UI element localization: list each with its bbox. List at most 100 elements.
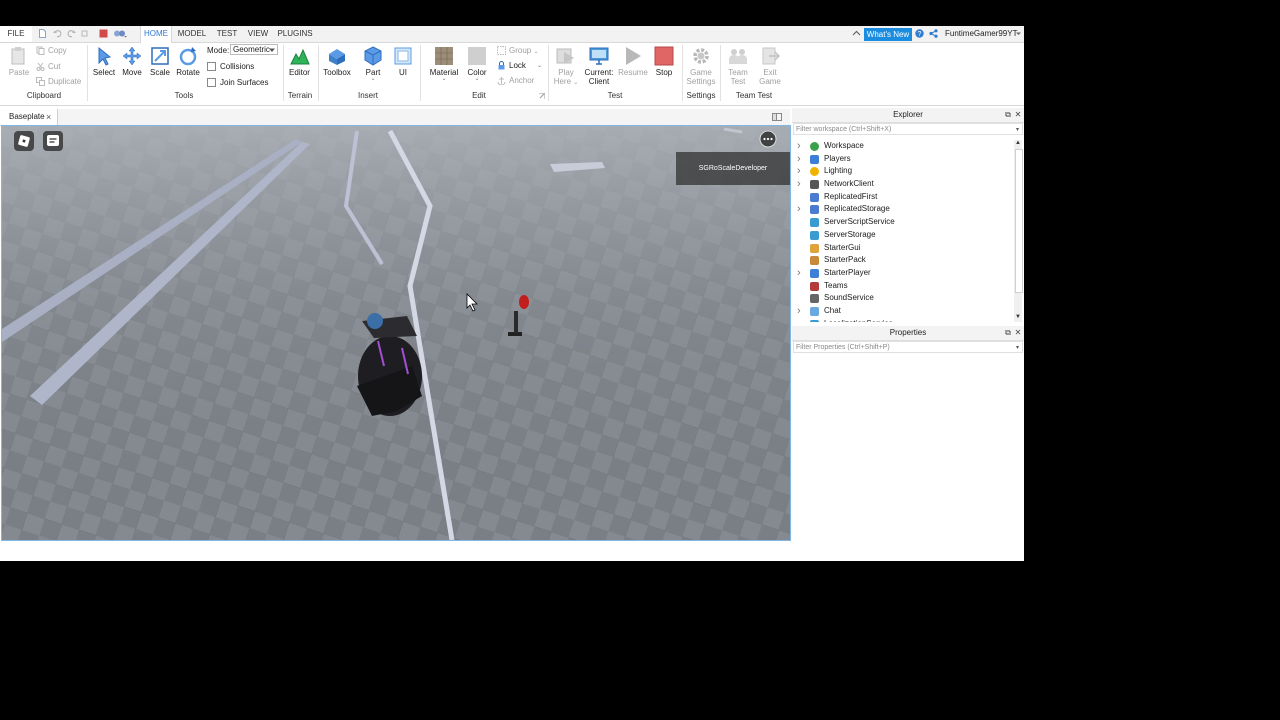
properties-filter-input[interactable]: Filter Properties (Ctrl+Shift+P) ▾	[793, 341, 1023, 353]
tree-item[interactable]: SoundService	[793, 292, 1014, 305]
part-dropdown-icon[interactable]: ⌄	[360, 76, 386, 82]
tree-item[interactable]: › Chat	[793, 305, 1014, 318]
play-dropdown-icon[interactable]: ⌄	[573, 80, 578, 86]
tree-item[interactable]: Teams	[793, 280, 1014, 293]
tree-item[interactable]: › Workspace	[793, 140, 1014, 153]
join-surfaces-toggle[interactable]: Join Surfaces	[207, 78, 268, 88]
restore-window-icon[interactable]	[772, 112, 782, 122]
paste-button[interactable]: Paste	[6, 46, 32, 77]
tree-item[interactable]: ServerScriptService	[793, 216, 1014, 229]
resume-button[interactable]: Resume	[618, 46, 648, 77]
tree-item[interactable]: › Lighting	[793, 165, 1014, 178]
rotate-button[interactable]: Rotate	[176, 46, 200, 77]
toolbox-button[interactable]: Toolbox	[322, 46, 352, 77]
ui-button[interactable]: UI	[391, 46, 415, 77]
redo-dropdown-icon[interactable]	[81, 29, 90, 38]
file-menu[interactable]: FILE	[0, 26, 32, 42]
collisions-toggle[interactable]: Collisions	[207, 62, 254, 72]
tab-view[interactable]: VIEW	[245, 26, 271, 42]
tree-item[interactable]: › ReplicatedStorage	[793, 203, 1014, 216]
help-icon[interactable]: ?	[915, 29, 924, 38]
quick-access-more-icon[interactable]	[113, 29, 127, 38]
tree-item[interactable]: StarterGui	[793, 242, 1014, 255]
copy-label: Copy	[48, 46, 67, 55]
stop-button[interactable]: Stop	[652, 46, 676, 77]
mode-value: Geometric	[233, 45, 270, 54]
team-test-button[interactable]: Team Test	[724, 46, 752, 86]
material-button[interactable]: Material ⌄	[428, 46, 460, 82]
chevron-down-icon[interactable]: ▾	[1016, 124, 1019, 136]
share-icon[interactable]	[929, 29, 938, 38]
select-button[interactable]: Select	[92, 46, 116, 77]
explorer-filter-input[interactable]: Filter workspace (Ctrl+Shift+X) ▾	[793, 123, 1023, 135]
account-name[interactable]: FuntimeGamer99YT	[945, 26, 1017, 42]
expand-arrow-icon[interactable]: ›	[797, 178, 805, 191]
redo-icon[interactable]	[67, 29, 76, 38]
mode-dropdown[interactable]: Geometric	[230, 44, 278, 55]
3d-viewport[interactable]: SGRoScaleDeveloper	[1, 125, 791, 541]
tree-item[interactable]: › NetworkClient	[793, 178, 1014, 191]
whats-new-button[interactable]: What's New	[864, 28, 912, 41]
tab-plugins[interactable]: PLUGINS	[276, 26, 314, 42]
explorer-scrollbar[interactable]: ▲ ▼	[1014, 140, 1023, 322]
tree-item[interactable]: LocalizationService	[793, 318, 1014, 322]
lock-button[interactable]: Lock	[497, 61, 526, 71]
group-button[interactable]: Group ⌄	[497, 46, 539, 57]
part-button[interactable]: Part ⌄	[360, 46, 386, 82]
pin-icon[interactable]: ⧉	[1004, 111, 1012, 119]
material-dropdown-icon[interactable]: ⌄	[428, 76, 460, 82]
scale-button[interactable]: Scale	[148, 46, 172, 77]
chat-toggle-button[interactable]	[43, 131, 63, 151]
more-options-icon[interactable]	[759, 130, 777, 148]
account-dropdown-icon[interactable]	[1015, 29, 1022, 38]
tree-item[interactable]: ServerStorage	[793, 229, 1014, 242]
tab-baseplate[interactable]: Baseplate ×	[0, 109, 58, 125]
expand-arrow-icon[interactable]: ›	[797, 305, 805, 318]
color-button[interactable]: Color ⌄	[464, 46, 490, 82]
undo-icon[interactable]	[53, 29, 62, 38]
duplicate-button[interactable]: Duplicate	[36, 77, 81, 87]
tab-test[interactable]: TEST	[213, 26, 241, 42]
tab-home[interactable]: HOME	[140, 26, 172, 43]
tree-item[interactable]: ReplicatedFirst	[793, 191, 1014, 204]
move-button[interactable]: Move	[120, 46, 144, 77]
expand-arrow-icon[interactable]: ›	[797, 140, 805, 153]
chevron-down-icon[interactable]: ▾	[1016, 342, 1019, 354]
exit-game-button[interactable]: Exit Game	[756, 46, 784, 86]
stop-record-icon[interactable]	[99, 29, 108, 38]
scroll-up-icon[interactable]: ▲	[1014, 140, 1022, 148]
roblox-menu-button[interactable]	[14, 131, 34, 151]
play-here-button[interactable]: Play Here ⌄	[553, 46, 579, 88]
collisions-checkbox[interactable]	[207, 62, 216, 72]
close-icon[interactable]: ✕	[1014, 329, 1022, 337]
pin-icon[interactable]: ⧉	[1004, 329, 1012, 337]
tab-model[interactable]: MODEL	[176, 26, 208, 42]
anchor-button[interactable]: Anchor	[497, 76, 534, 86]
copy-button[interactable]: Copy	[36, 46, 67, 56]
group-label-edit: Edit	[472, 91, 486, 100]
lock-dropdown-icon[interactable]: ⌄	[537, 61, 542, 71]
new-file-icon[interactable]	[38, 29, 47, 38]
cut-button[interactable]: Cut	[36, 62, 60, 72]
group-dropdown-icon[interactable]: ⌄	[533, 49, 538, 55]
game-settings-button[interactable]: Game Settings	[686, 46, 716, 86]
terrain-editor-button[interactable]: Editor	[286, 46, 313, 77]
collapse-ribbon-icon[interactable]	[852, 29, 861, 38]
tree-item[interactable]: › StarterPlayer	[793, 267, 1014, 280]
edit-group-expand-icon[interactable]	[539, 93, 545, 99]
join-surfaces-checkbox[interactable]	[207, 78, 216, 88]
tree-item[interactable]: StarterPack	[793, 254, 1014, 267]
close-icon[interactable]: ×	[46, 109, 51, 125]
current-client-button[interactable]: Current: Client	[584, 46, 614, 86]
player-list-entry[interactable]: SGRoScaleDeveloper	[676, 152, 790, 185]
expand-arrow-icon[interactable]: ›	[797, 153, 805, 166]
close-icon[interactable]: ✕	[1014, 111, 1022, 119]
color-dropdown-icon[interactable]: ⌄	[464, 76, 490, 82]
tree-item[interactable]: › Players	[793, 153, 1014, 166]
scroll-thumb[interactable]	[1015, 149, 1023, 293]
group-label-settings: Settings	[686, 91, 716, 100]
expand-arrow-icon[interactable]: ›	[797, 165, 805, 178]
expand-arrow-icon[interactable]: ›	[797, 267, 805, 280]
scroll-down-icon[interactable]: ▼	[1014, 314, 1022, 322]
expand-arrow-icon[interactable]: ›	[797, 203, 805, 216]
